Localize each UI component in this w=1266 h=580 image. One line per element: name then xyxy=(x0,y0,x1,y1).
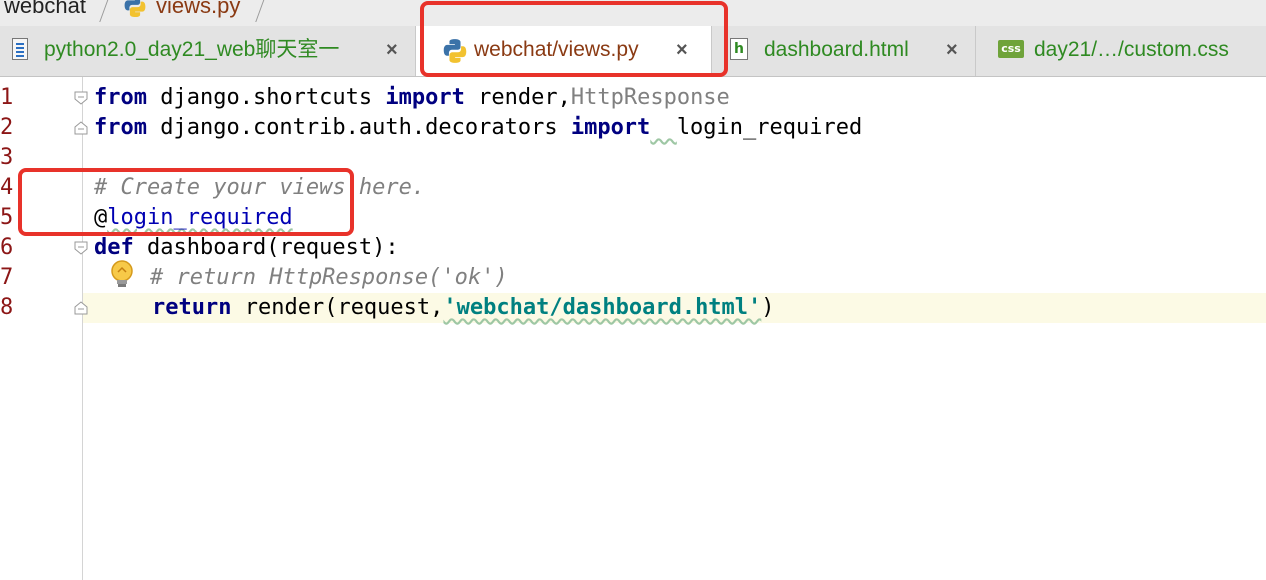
code-editor[interactable]: 1 2 3 4 5 6 7 8 from django.shortcuts im… xyxy=(0,77,1266,580)
code-line-7: # return HttpResponse('ok') xyxy=(150,263,508,293)
annotation-box-active-tab xyxy=(420,1,728,77)
imported-name: render, xyxy=(464,85,571,110)
fold-marker-icon[interactable] xyxy=(74,121,88,135)
keyword: import xyxy=(570,115,651,140)
breadcrumb-separator xyxy=(99,0,110,22)
keyword: def xyxy=(94,235,134,260)
whitespace-warning xyxy=(650,115,677,140)
closing-paren: ) xyxy=(761,295,775,320)
tab-close-button[interactable]: × xyxy=(386,37,398,63)
code-line-6: def dashboard(request): xyxy=(94,233,399,263)
text-file-icon xyxy=(12,38,28,60)
fold-marker-icon[interactable] xyxy=(74,241,88,255)
breadcrumb-separator xyxy=(255,0,266,22)
code-line-2: from django.contrib.auth.decorators impo… xyxy=(94,113,862,143)
tab-label: dashboard.html xyxy=(764,38,909,61)
line-number: 8 xyxy=(0,295,14,320)
tab-label: python2.0_day21_web聊天室一 xyxy=(44,38,340,61)
css-file-icon: css xyxy=(998,40,1024,58)
module-name: django.shortcuts xyxy=(146,85,386,110)
keyword: import xyxy=(385,85,465,110)
breadcrumb-file[interactable]: views.py xyxy=(156,0,240,21)
function-call: render(request, xyxy=(231,295,444,320)
lightbulb-icon[interactable] xyxy=(108,259,136,291)
line-number: 7 xyxy=(0,265,14,290)
html-file-icon: h xyxy=(730,38,748,60)
line-number: 1 xyxy=(0,85,14,110)
keyword: return xyxy=(152,295,232,320)
python-file-icon xyxy=(124,0,146,17)
breadcrumb-project[interactable]: webchat xyxy=(4,0,86,21)
module-name: django.contrib.auth.decorators xyxy=(146,115,571,140)
line-number: 6 xyxy=(0,235,14,260)
fold-marker-icon[interactable] xyxy=(74,91,88,105)
line-number: 2 xyxy=(0,115,14,140)
keyword: from xyxy=(94,85,147,110)
string-literal: 'webchat/dashboard.html' xyxy=(443,295,762,320)
tab-custom-css[interactable]: css day21/…/custom.css xyxy=(976,26,1266,76)
tab-close-button[interactable]: × xyxy=(946,37,958,63)
code-line-8: return render(request,'webchat/dashboard… xyxy=(152,293,775,323)
comment: # return HttpResponse('ok') xyxy=(150,265,508,290)
unused-import: HttpResponse xyxy=(570,85,730,110)
tab-label: day21/…/custom.css xyxy=(1034,38,1229,61)
tab-dashboard-html[interactable]: h dashboard.html × xyxy=(712,26,976,76)
code-line-1: from django.shortcuts import render,Http… xyxy=(94,83,730,113)
annotation-box-decorator xyxy=(18,168,354,236)
keyword: from xyxy=(94,115,147,140)
function-signature: dashboard(request): xyxy=(133,235,399,260)
fold-marker-icon[interactable] xyxy=(74,301,88,315)
imported-name: login_required xyxy=(676,115,863,140)
tab-python2-day21[interactable]: python2.0_day21_web聊天室一 × xyxy=(0,26,416,76)
